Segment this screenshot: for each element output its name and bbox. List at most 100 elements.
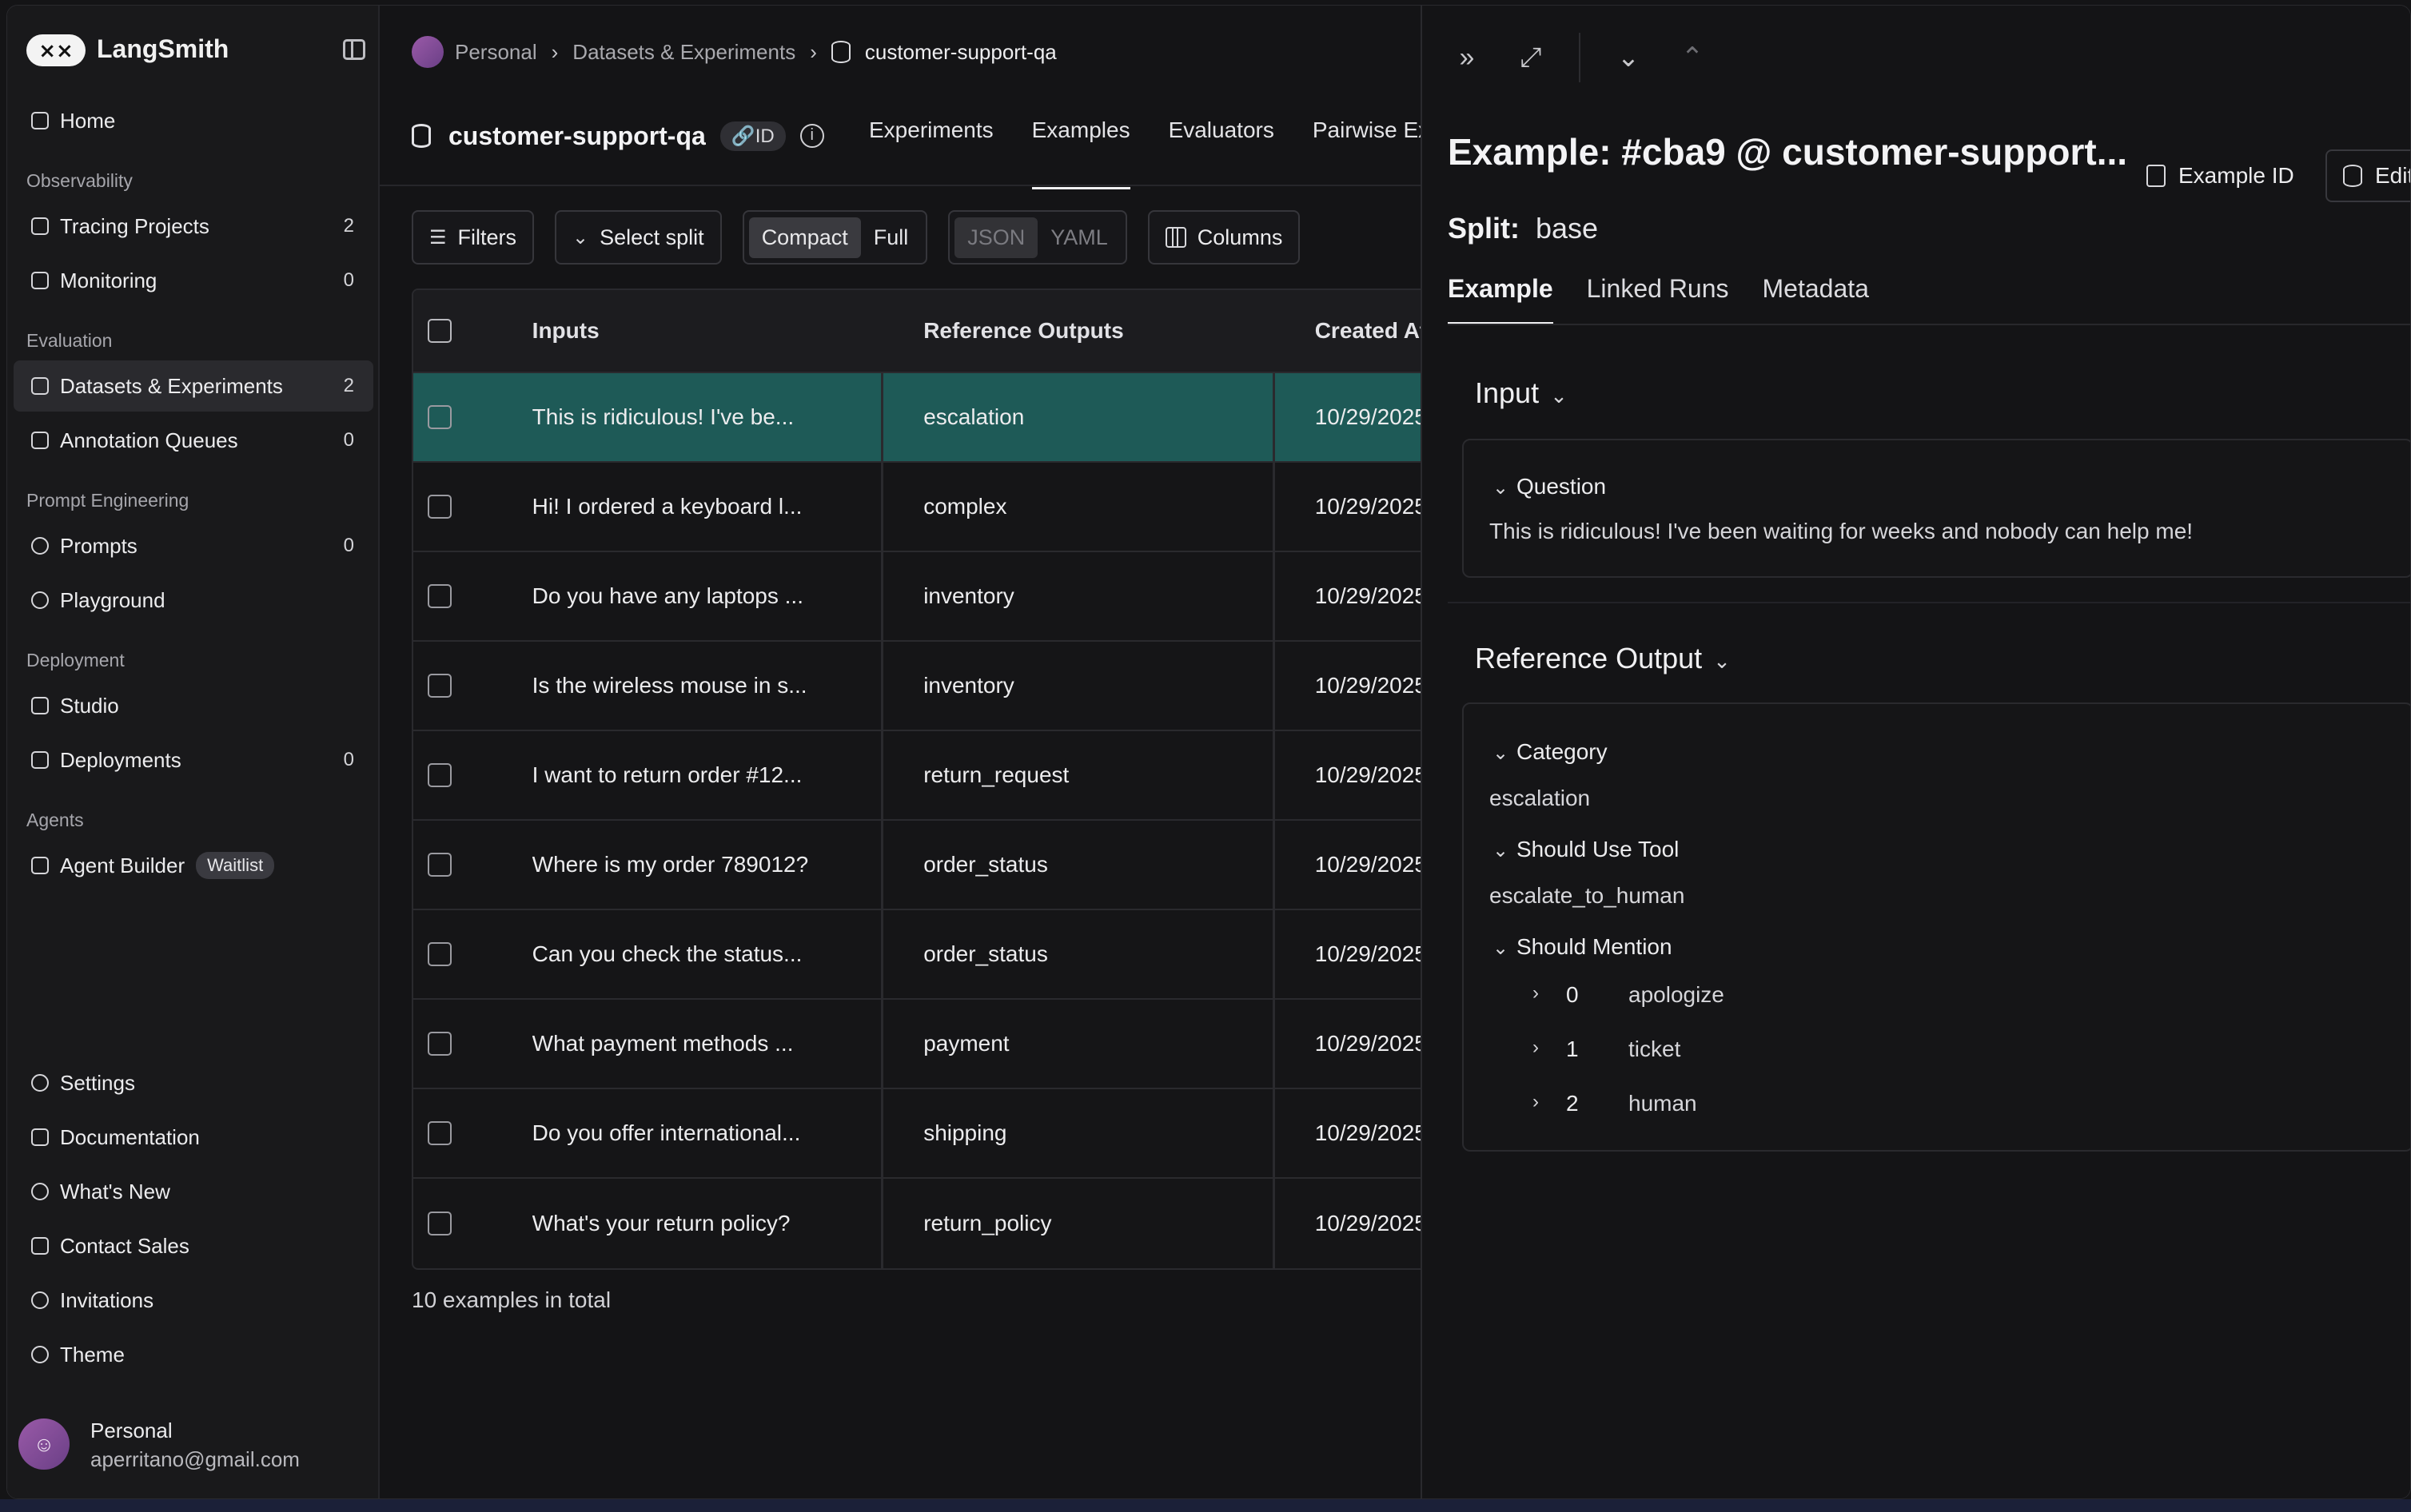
reference-section-title: Reference Output (1475, 642, 1703, 674)
select-split-button[interactable]: ⌄ Select split (555, 210, 722, 265)
question-key-toggle[interactable]: ⌄ Question (1492, 474, 1606, 499)
compact-option[interactable]: Compact (748, 217, 861, 258)
sidebar-item-playground[interactable]: Playground (14, 575, 373, 626)
row-checkbox[interactable] (428, 405, 452, 429)
column-header-inputs[interactable]: Inputs (532, 290, 884, 372)
langsmith-logo[interactable]: ⨯⨯ (26, 34, 86, 66)
example-detail-panel: » ⤢ ⌄ ⌃ Example: #cba9 @ customer-suppor… (1421, 6, 2410, 1498)
cell-reference-output: inventory (883, 642, 1275, 730)
chevron-up-icon[interactable]: ⌃ (1676, 42, 1708, 74)
edit-button[interactable]: Edit (2325, 149, 2410, 202)
row-checkbox[interactable] (428, 495, 452, 519)
table-row[interactable]: Hi! I ordered a keyboard l... complex 10/2… (413, 463, 1421, 552)
filters-button[interactable]: ☰ Filters (412, 210, 535, 265)
columns-button[interactable]: Columns (1147, 210, 1301, 265)
yaml-option[interactable]: YAML (1038, 217, 1121, 258)
tool-key-toggle[interactable]: ⌄ Should Use Tool (1492, 837, 1679, 862)
sidebar-item-agent-builder[interactable]: Agent Builder Waitlist (14, 840, 373, 891)
question-key: Question (1516, 474, 1607, 499)
table-row[interactable]: Where is my order 789012? order_status 10/… (413, 821, 1421, 910)
sidebar-item-tracing-projects[interactable]: Tracing Projects 2 (14, 201, 373, 252)
bell-icon (31, 1183, 49, 1200)
sidebar-item-whats-new[interactable]: What's New (14, 1166, 373, 1217)
table-row[interactable]: This is ridiculous! I've be... escalation… (413, 373, 1421, 463)
example-id-label: Example ID (2178, 163, 2294, 188)
category-key-toggle[interactable]: ⌄ Category (1492, 739, 1608, 765)
section-label-prompt-engineering: Prompt Engineering (26, 490, 189, 511)
sidebar-item-monitoring[interactable]: Monitoring 0 (14, 255, 373, 306)
row-checkbox[interactable] (428, 1121, 452, 1145)
sidebar-item-datasets[interactable]: Datasets & Experiments 2 (14, 360, 373, 412)
row-checkbox[interactable] (428, 674, 452, 698)
column-header-created-at[interactable]: Created At (1275, 290, 1421, 372)
cell-reference-output: escalation (883, 373, 1275, 461)
table-row[interactable]: Do you offer international... shipping 10/… (413, 1089, 1421, 1179)
sidebar-toggle-icon[interactable] (343, 39, 365, 60)
sidebar-item-label: Studio (60, 693, 119, 718)
mention-item[interactable]: › 0 apologize (1532, 982, 1724, 1008)
sidebar-item-settings[interactable]: Settings (14, 1057, 373, 1108)
tab-example[interactable]: Example (1448, 274, 1553, 325)
row-checkbox[interactable] (428, 763, 452, 787)
tab-experiments[interactable]: Experiments (869, 117, 994, 189)
cell-created-at: 10/29/2025, (1314, 673, 1421, 698)
full-option[interactable]: Full (861, 217, 922, 258)
json-option[interactable]: JSON (954, 217, 1038, 258)
table-row[interactable]: I want to return order #12... return_requ… (413, 731, 1421, 821)
row-checkbox[interactable] (428, 584, 452, 608)
filters-label: Filters (457, 225, 517, 249)
divider (1579, 33, 1580, 82)
tab-evaluators[interactable]: Evaluators (1169, 117, 1274, 189)
tab-pairwise[interactable]: Pairwise Exp (1313, 117, 1421, 189)
table-row[interactable]: Is the wireless mouse in s... inventory 10… (413, 642, 1421, 731)
input-section-toggle[interactable]: Input ⌄ (1475, 376, 1568, 410)
row-checkbox[interactable] (428, 1032, 452, 1056)
chevron-right-icon: › (1532, 982, 1539, 1004)
sidebar-item-annotation-queues[interactable]: Annotation Queues 0 (14, 415, 373, 466)
cell-reference-output: return_policy (883, 1179, 1275, 1268)
select-all-checkbox[interactable] (428, 319, 452, 343)
cell-reference-output: shipping (883, 1089, 1275, 1177)
row-checkbox[interactable] (428, 853, 452, 877)
tab-examples[interactable]: Examples (1031, 117, 1130, 189)
table-row[interactable]: Do you have any laptops ... inventory 10/2… (413, 552, 1421, 642)
expand-icon[interactable]: ⤢ (1515, 42, 1547, 74)
row-checkbox[interactable] (428, 942, 452, 966)
sidebar-item-home[interactable]: Home (14, 95, 373, 146)
tab-metadata[interactable]: Metadata (1763, 274, 1869, 325)
chevron-down-icon[interactable]: ⌄ (1612, 42, 1644, 74)
document-icon (31, 1128, 49, 1146)
sidebar-item-label: Deployments (60, 747, 181, 772)
collapse-panel-icon[interactable]: » (1451, 42, 1483, 74)
tool-key: Should Use Tool (1516, 837, 1680, 861)
database-icon (831, 41, 851, 63)
column-header-reference-outputs[interactable]: Reference Outputs (883, 290, 1275, 372)
sidebar-item-contact-sales[interactable]: Contact Sales (14, 1220, 373, 1271)
user-menu[interactable]: ☺ Personal aperritano@gmail.com (18, 1414, 370, 1478)
breadcrumb-section[interactable]: Datasets & Experiments (572, 40, 795, 65)
sidebar-item-deployments[interactable]: Deployments 0 (14, 734, 373, 786)
sidebar-item-documentation[interactable]: Documentation (14, 1112, 373, 1163)
reference-section-toggle[interactable]: Reference Output ⌄ (1475, 642, 1731, 675)
sidebar-item-theme[interactable]: Theme (14, 1329, 373, 1380)
dataset-header: customer-support-qa 🔗ID i (412, 117, 824, 154)
cell-created-at: 10/29/2025, (1314, 404, 1421, 429)
breadcrumb-workspace[interactable]: Personal (455, 40, 537, 65)
tab-linked-runs[interactable]: Linked Runs (1587, 274, 1729, 325)
row-checkbox[interactable] (428, 1212, 452, 1235)
cell-input: Hi! I ordered a keyboard l... (532, 463, 884, 551)
sidebar-item-studio[interactable]: Studio (14, 680, 373, 731)
cell-input: Where is my order 789012? (532, 821, 884, 909)
copy-id-button[interactable]: 🔗ID (719, 121, 786, 151)
cell-created-at: 10/29/2025, (1314, 1120, 1421, 1145)
table-row[interactable]: Can you check the status... order_status 1… (413, 910, 1421, 1000)
table-row[interactable]: What's your return policy? return_policy 1… (413, 1179, 1421, 1268)
sidebar-item-invitations[interactable]: Invitations (14, 1275, 373, 1326)
mention-key-toggle[interactable]: ⌄ Should Mention (1492, 934, 1672, 960)
copy-example-id-button[interactable]: Example ID (2146, 149, 2294, 202)
info-icon[interactable]: i (799, 124, 824, 148)
sidebar-item-prompts[interactable]: Prompts 0 (14, 520, 373, 571)
table-row[interactable]: What payment methods ... payment 10/29/202… (413, 1000, 1421, 1089)
mention-item[interactable]: › 1 ticket (1532, 1037, 1680, 1062)
mention-item[interactable]: › 2 human (1532, 1091, 1697, 1116)
